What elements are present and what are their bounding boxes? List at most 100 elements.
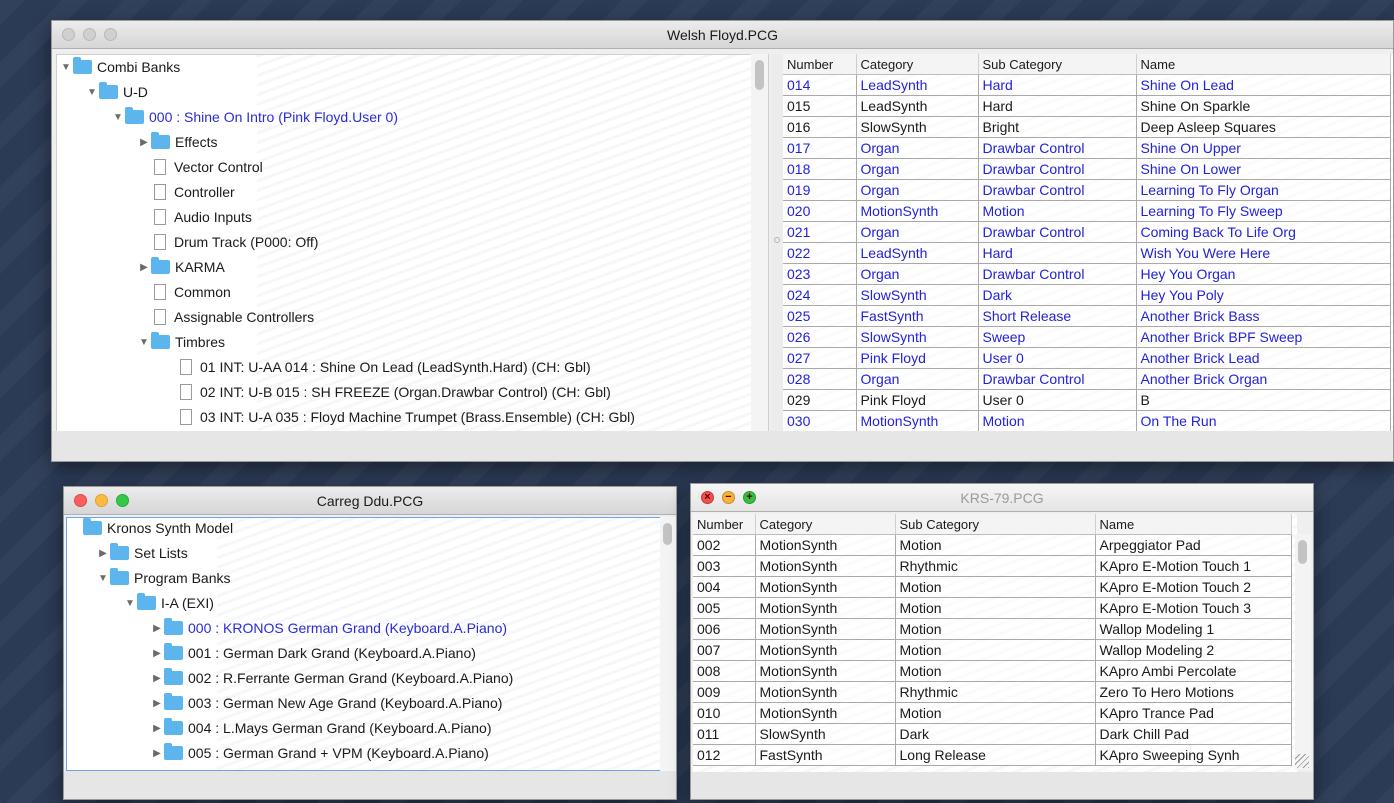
tree-node[interactable]: Drum Track (P000: Off) [137, 230, 318, 255]
program-table-pane[interactable]: Number Category Sub Category Name 014 LeadSy… [783, 54, 1393, 432]
tree-node[interactable]: Vector Control [137, 155, 263, 180]
tree-node[interactable]: Kronos Synth Model [69, 518, 233, 541]
tree-node[interactable]: 03 INT: U-A 035 : Floyd Machine Trumpet … [163, 405, 635, 430]
tree-node[interactable]: 02 INT: U-B 015 : SH FREEZE (Organ.Drawb… [163, 380, 611, 405]
disclosure-collapsed-icon[interactable]: ▶ [150, 691, 164, 716]
disclosure-expanded-icon[interactable]: ▼ [123, 591, 137, 616]
disclosure-expanded-icon[interactable]: ▼ [96, 566, 110, 591]
table-row[interactable]: 018 Organ Drawbar Control Shine On Lower [783, 158, 1391, 180]
table-row[interactable]: 008 MotionSynth Motion KApro Ambi Percolate [693, 660, 1292, 682]
table-row[interactable]: 003 MotionSynth Rhythmic KApro E-Motion Tou… [693, 555, 1292, 577]
tree-node[interactable]: ▼ I-A (EXI) [123, 591, 214, 616]
table-cell: Shine On Lead [1136, 74, 1391, 96]
disclosure-expanded-icon[interactable]: ▼ [111, 105, 125, 130]
table-vertical-scrollbar-thumb[interactable] [1298, 540, 1307, 564]
table-row[interactable]: 020 MotionSynth Motion Learning To Fly Swee… [783, 200, 1391, 222]
table-row[interactable]: 024 SlowSynth Dark Hey You Poly [783, 284, 1391, 306]
table-row[interactable]: 009 MotionSynth Rhythmic Zero To Hero Motio… [693, 681, 1292, 703]
column-header[interactable]: Number [693, 514, 756, 535]
program-table-pane[interactable]: Number Category Sub Category Name 002 Motion… [693, 514, 1297, 772]
window-titlebar[interactable]: Welsh Floyd.PCG [52, 21, 1393, 49]
tree-node[interactable]: ▼ Program Banks [96, 566, 230, 591]
table-row[interactable]: 025 FastSynth Short Release Another Brick B… [783, 305, 1391, 327]
table-row[interactable]: 026 SlowSynth Sweep Another Brick BPF Sweep [783, 326, 1391, 348]
tree-node[interactable]: Audio Inputs [137, 205, 252, 230]
tree-node-label: Audio Inputs [174, 209, 252, 225]
tree-node[interactable]: ▼ U-D [85, 80, 148, 105]
disclosure-collapsed-icon[interactable]: ▶ [150, 641, 164, 666]
window-titlebar[interactable]: Carreg Ddu.PCG [64, 487, 676, 515]
tree-node[interactable]: ▶ 002 : R.Ferrante German Grand (Keyboard… [150, 666, 513, 691]
column-header[interactable]: Category [755, 514, 896, 535]
tree-node[interactable]: ▶ 004 : L.Mays German Grand (Keyboard.A.P… [150, 716, 491, 741]
disclosure-collapsed-icon[interactable]: ▶ [150, 616, 164, 641]
window-titlebar[interactable]: × − + KRS-79.PCG [691, 484, 1313, 512]
tree-vertical-scrollbar[interactable] [751, 54, 768, 434]
tree-node[interactable]: ▼ Timbres [137, 330, 225, 355]
column-header[interactable]: Sub Category [895, 514, 1096, 535]
tree-node[interactable]: Common [137, 280, 231, 305]
column-header[interactable]: Name [1136, 54, 1391, 75]
table-cell: MotionSynth [755, 597, 896, 619]
combi-tree-pane[interactable]: ▼ Combi Banks ▼ U-D ▼ 000 : Shine On Intro (P… [56, 54, 769, 449]
disclosure-expanded-icon[interactable]: ▼ [59, 55, 73, 80]
disclosure-collapsed-icon[interactable]: ▶ [137, 255, 151, 280]
table-row[interactable]: 015 LeadSynth Hard Shine On Sparkle [783, 95, 1391, 117]
tree-node[interactable]: ▶ 001 : German Dark Grand (Keyboard.A.Pia… [150, 641, 476, 666]
resize-grip-icon[interactable] [1295, 754, 1309, 768]
tree-node[interactable]: ▶ KARMA [137, 255, 225, 280]
table-row[interactable]: 011 SlowSynth Dark Dark Chill Pad [693, 723, 1292, 745]
table-cell: SlowSynth [856, 326, 979, 348]
disclosure-collapsed-icon[interactable]: ▶ [150, 741, 164, 766]
tree-node[interactable]: ▶ Effects [137, 130, 218, 155]
table-row[interactable]: 017 Organ Drawbar Control Shine On Upper [783, 137, 1391, 159]
table-row[interactable]: 030 MotionSynth Motion On The Run [783, 410, 1391, 432]
tree-vertical-scrollbar[interactable] [660, 517, 676, 771]
disclosure-collapsed-icon[interactable]: ▶ [150, 666, 164, 691]
table-cell: Motion [895, 639, 1096, 661]
table-row[interactable]: 019 Organ Drawbar Control Learning To Fly O… [783, 179, 1391, 201]
table-row[interactable]: 010 MotionSynth Motion KApro Trance Pad [693, 702, 1292, 724]
table-row[interactable]: 027 Pink Floyd User 0 Another Brick Lead [783, 347, 1391, 369]
tree-node[interactable]: 01 INT: U-AA 014 : Shine On Lead (LeadSy… [163, 355, 591, 380]
pane-splitter[interactable] [771, 54, 783, 449]
column-header[interactable]: Category [856, 54, 979, 75]
tree-node[interactable]: ▶ 003 : German New Age Grand (Keyboard.A.… [150, 691, 502, 716]
table-row[interactable]: 012 FastSynth Long Release KApro Sweeping S… [693, 744, 1292, 766]
table-cell: Hey You Poly [1136, 284, 1391, 306]
tree-node[interactable]: ▶ 005 : German Grand + VPM (Keyboard.A.Pi… [150, 741, 489, 766]
tree-node-label: 004 : L.Mays German Grand (Keyboard.A.Pi… [188, 720, 492, 736]
table-row[interactable]: 014 LeadSynth Hard Shine On Lead [783, 74, 1391, 96]
table-row[interactable]: 028 Organ Drawbar Control Another Brick Org… [783, 368, 1391, 390]
tree-vertical-scrollbar-thumb[interactable] [755, 60, 764, 90]
tree-vertical-scrollbar-thumb[interactable] [663, 523, 672, 545]
program-tree-pane[interactable]: Kronos Synth Model ▶ Set Lists ▼ Program Ban… [66, 517, 662, 771]
column-header[interactable]: Number [783, 54, 857, 75]
tree-node[interactable]: Controller [137, 180, 235, 205]
table-row[interactable]: 021 Organ Drawbar Control Coming Back To Li… [783, 221, 1391, 243]
tree-node[interactable]: ▶ Set Lists [96, 541, 188, 566]
table-row[interactable]: 016 SlowSynth Bright Deep Asleep Squares [783, 116, 1391, 138]
disclosure-expanded-icon[interactable]: ▼ [85, 80, 99, 105]
table-row[interactable]: 006 MotionSynth Motion Wallop Modeling 1 [693, 618, 1292, 640]
column-header[interactable]: Name [1095, 514, 1292, 535]
table-row[interactable]: 004 MotionSynth Motion KApro E-Motion Touch… [693, 576, 1292, 598]
folder-icon [110, 568, 129, 586]
table-cell: Learning To Fly Sweep [1136, 200, 1391, 222]
tree-node[interactable]: ▼ Combi Banks [59, 55, 180, 80]
tree-node[interactable]: ▼ 000 : Shine On Intro (Pink Floyd.User 0… [111, 105, 398, 130]
table-row[interactable]: 005 MotionSynth Motion KApro E-Motion Touch… [693, 597, 1292, 619]
disclosure-expanded-icon[interactable]: ▼ [137, 330, 151, 355]
column-header[interactable]: Sub Category [978, 54, 1137, 75]
table-row[interactable]: 002 MotionSynth Motion Arpeggiator Pad [693, 534, 1292, 556]
table-vertical-scrollbar[interactable] [1295, 534, 1311, 770]
table-row[interactable]: 023 Organ Drawbar Control Hey You Organ [783, 263, 1391, 285]
disclosure-collapsed-icon[interactable]: ▶ [96, 541, 110, 566]
tree-node[interactable]: Assignable Controllers [137, 305, 314, 330]
tree-node[interactable]: ▶ 000 : KRONOS German Grand (Keyboard.A.P… [150, 616, 507, 641]
table-row[interactable]: 029 Pink Floyd User 0B [783, 389, 1391, 411]
table-row[interactable]: 007 MotionSynth Motion Wallop Modeling 2 [693, 639, 1292, 661]
table-row[interactable]: 022 LeadSynth Hard Wish You Were Here [783, 242, 1391, 264]
disclosure-collapsed-icon[interactable]: ▶ [150, 716, 164, 741]
disclosure-collapsed-icon[interactable]: ▶ [137, 130, 151, 155]
